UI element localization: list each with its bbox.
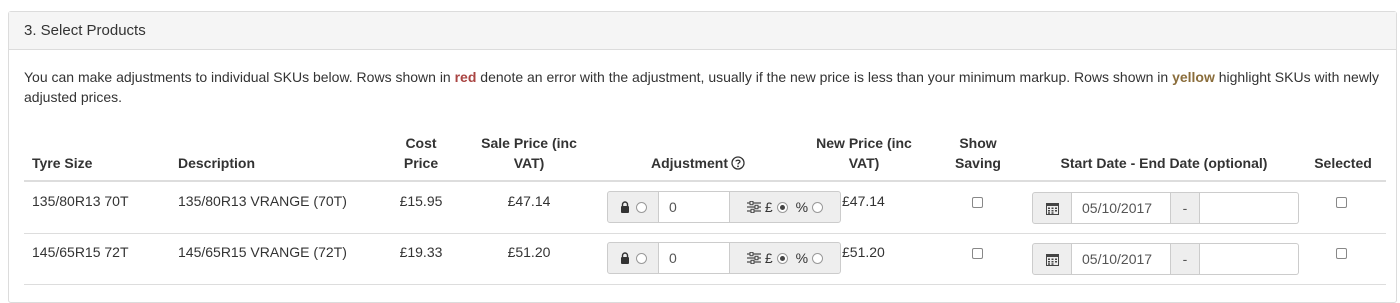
intro-red-word: red [454,69,477,85]
sliders-icon [746,252,761,264]
row2-new-price: £51.20 [842,244,885,260]
intro-text: You can make adjustments to individual S… [24,67,1384,107]
row2-adjustment-group: £ % [607,242,841,274]
row1-mode-addon: £ % [729,191,841,223]
header-show-saving: Show Saving [939,133,1017,173]
row1-adjustment-input[interactable] [659,191,729,223]
sliders-icon [746,201,761,213]
intro-yellow-word: yellow [1172,69,1215,85]
row2-selected-checkbox[interactable] [1336,248,1347,259]
header-selected: Selected [1314,155,1372,171]
row2-percent-radio[interactable] [812,252,824,264]
row1-cost-price: £15.95 [399,193,443,209]
row2-date-group: - [1032,243,1299,275]
row2-currency-label: £ [764,250,773,266]
row2-description: 145/65R15 VRANGE (72T) [178,244,347,260]
header-tyre-size: Tyre Size [32,155,93,171]
header-sale-price-line1: Sale Price (inc [481,135,577,151]
row2-currency-radio[interactable] [776,252,788,264]
row2-date-separator: - [1170,243,1200,275]
row1-lock-radio[interactable] [635,201,647,213]
row2-percent-label: % [795,250,809,266]
row1-new-price: £47.14 [842,193,885,209]
header-show-saving-line2: Saving [955,155,1001,171]
row1-start-date-input[interactable] [1072,192,1170,224]
row2-show-saving-checkbox[interactable] [972,248,983,259]
row-divider [24,284,1386,285]
row2-tyre-size: 145/65R15 72T [32,244,129,260]
row2-calendar-addon[interactable] [1032,243,1072,275]
row1-currency-label: £ [764,199,773,215]
header-sale-price: Sale Price (inc VAT) [469,133,589,173]
header-sale-price-line2: VAT) [513,155,545,171]
help-circle-icon[interactable] [731,156,745,170]
header-new-price-line1: New Price (inc [816,135,912,151]
row1-date-group: - [1032,192,1299,224]
row2-mode-addon: £ % [729,242,841,274]
row1-tyre-size: 135/80R13 70T [32,193,129,209]
calendar-icon [1045,202,1059,215]
row1-description: 135/80R13 VRANGE (70T) [178,193,347,209]
row1-selected-checkbox[interactable] [1336,197,1347,208]
header-adjustment: Adjustment [651,153,745,173]
row2-sale-price: £51.20 [507,244,551,260]
row1-calendar-addon[interactable] [1032,192,1072,224]
row2-lock-addon [607,242,659,274]
row2-adjustment-input[interactable] [659,242,729,274]
row1-percent-label: % [795,199,809,215]
header-dates: Start Date - End Date (optional) [1060,155,1268,171]
row1-currency-radio[interactable] [776,201,788,213]
header-divider [24,180,1386,182]
row2-lock-radio[interactable] [635,252,647,264]
header-cost-price-line2: Price [403,155,439,171]
lock-icon [620,252,629,264]
header-show-saving-line1: Show [959,135,997,151]
row2-cost-price: £19.33 [399,244,443,260]
panel-title: 3. Select Products [9,12,1396,50]
row1-lock-addon [607,191,659,223]
row1-percent-radio[interactable] [812,201,824,213]
header-cost-price-line1: Cost [405,135,437,151]
intro-text-part2: denote an error with the adjustment, usu… [476,69,1173,85]
row-divider [24,233,1386,234]
header-cost-price: Cost Price [381,133,461,173]
row1-end-date-input[interactable] [1200,192,1299,224]
header-new-price-line2: VAT) [848,155,880,171]
row1-adjustment-group: £ % [607,191,841,223]
row2-start-date-input[interactable] [1072,243,1170,275]
header-new-price: New Price (inc VAT) [804,133,924,173]
intro-text-part1: You can make adjustments to individual S… [24,69,455,85]
row1-show-saving-checkbox[interactable] [972,197,983,208]
row1-date-separator: - [1170,192,1200,224]
lock-icon [620,201,629,213]
header-description: Description [178,155,256,171]
header-adjustment-label: Adjustment [651,155,728,171]
row2-end-date-input[interactable] [1200,243,1299,275]
row1-sale-price: £47.14 [507,193,551,209]
calendar-icon [1045,253,1059,266]
select-products-panel: 3. Select Products You can make adjustme… [8,11,1397,303]
